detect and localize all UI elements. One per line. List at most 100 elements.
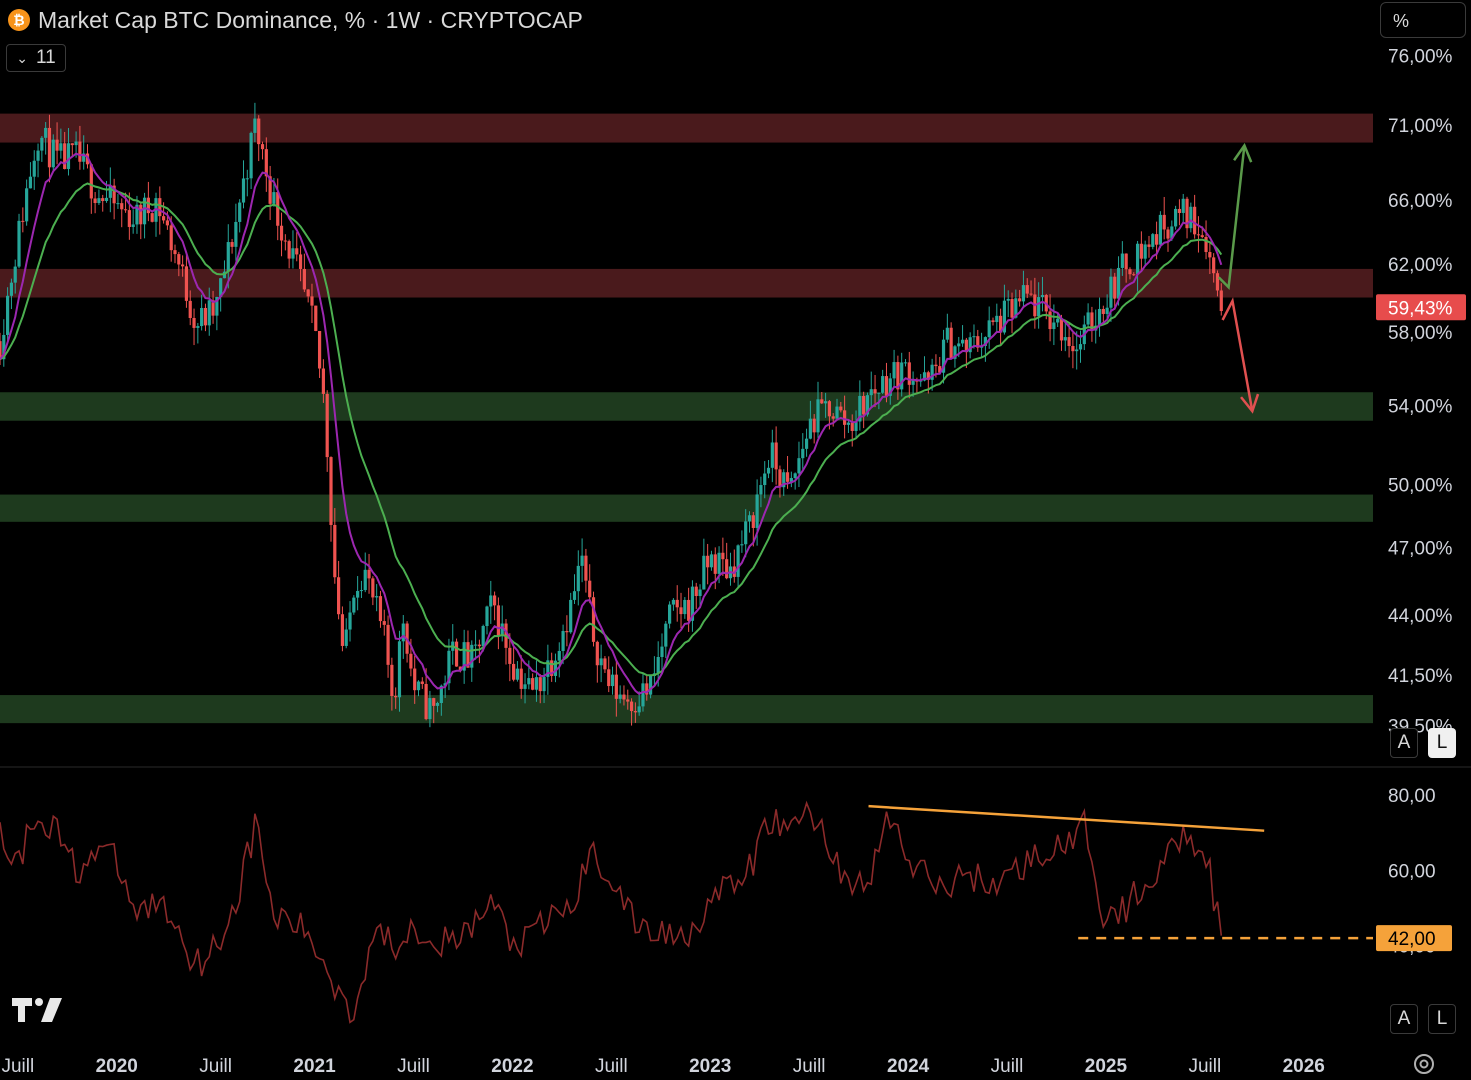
log-scale-button[interactable]: L: [1428, 728, 1456, 758]
candle-body: [44, 127, 48, 138]
rsi-log-scale-button[interactable]: L: [1428, 1004, 1456, 1034]
candle-body: [903, 362, 908, 364]
candle-body: [1177, 208, 1182, 213]
candle-body: [302, 268, 306, 290]
candle-body: [131, 224, 135, 227]
y-tick-label: 71,00%: [1388, 116, 1453, 137]
candle-body: [1196, 234, 1201, 236]
ema-fast-line: [0, 152, 1223, 696]
chart-header: ₿ Market Cap BTC Dominance, % · 1W · CRY…: [8, 4, 583, 36]
candle-body: [139, 204, 143, 225]
candle-body: [1063, 337, 1067, 341]
candle-body: [1006, 298, 1010, 301]
candle-body: [25, 188, 29, 222]
scale-mode-button[interactable]: %: [1380, 2, 1466, 38]
candle-body: [1025, 285, 1029, 294]
candle-body: [416, 681, 421, 691]
candle-body: [1215, 273, 1220, 291]
candle-body: [470, 644, 474, 668]
candle-body: [161, 216, 166, 221]
candle-body: [207, 300, 211, 326]
candle-body: [363, 569, 367, 591]
indicators-toggle-button[interactable]: ⌄ 11: [6, 44, 66, 72]
candle-body: [747, 515, 752, 522]
candle-body: [512, 663, 516, 680]
candle-body: [70, 143, 74, 146]
candle-body: [515, 668, 520, 680]
candle-body: [664, 623, 668, 647]
candle-body: [766, 467, 771, 474]
candle-body: [683, 599, 687, 615]
candle-body: [356, 590, 360, 598]
candle-body: [804, 438, 809, 449]
settings-gear-icon[interactable]: [1410, 1050, 1438, 1078]
rsi-auto-scale-button[interactable]: A: [1390, 1004, 1418, 1034]
candle-body: [424, 683, 428, 720]
candle-body: [1208, 252, 1212, 258]
y-tick-label: 47,00%: [1388, 539, 1453, 560]
zone-resistance-0: [0, 113, 1373, 143]
x-tick-label: 2020: [96, 1056, 138, 1077]
candle-body: [721, 552, 725, 560]
candle-body: [827, 401, 832, 417]
candle-body: [123, 209, 128, 211]
candle-body: [770, 442, 774, 468]
auto-scale-button[interactable]: A: [1390, 728, 1418, 758]
candle-body: [957, 343, 961, 347]
candle-body: [454, 641, 459, 667]
candle-body: [203, 307, 208, 326]
candle-body: [371, 578, 375, 598]
candle-body: [1143, 244, 1147, 259]
candle-body: [1174, 208, 1178, 227]
candle-body: [629, 701, 634, 712]
candle-body: [1029, 293, 1033, 295]
candle-body: [477, 644, 481, 647]
rsi-y-tick-label: 80,00: [1388, 786, 1436, 807]
candle-body: [200, 307, 204, 327]
candle-body: [6, 295, 10, 335]
candle-body: [1124, 253, 1128, 270]
candle-body: [310, 296, 314, 306]
candle-body: [93, 198, 97, 204]
chart-canvas[interactable]: 76,00% 71,00% 66,00% 62,00% 58,00% 54,00% 50,0…: [0, 0, 1471, 1080]
candle-body: [1147, 244, 1151, 247]
candle-body: [1075, 349, 1079, 352]
candle-body: [32, 160, 36, 177]
candle-body: [1021, 285, 1026, 302]
candle-body: [557, 650, 561, 661]
chevron-down-icon: ⌄: [16, 49, 28, 66]
candle-body: [101, 198, 105, 202]
y-tick-label: 50,00%: [1388, 475, 1453, 496]
candle-body: [173, 250, 177, 255]
candle-body: [169, 225, 173, 251]
candle-body: [531, 678, 535, 690]
candle-body: [523, 684, 527, 689]
x-tick-label: Juill: [199, 1056, 232, 1077]
y-tick-label: 41,50%: [1388, 666, 1453, 687]
candle-body: [329, 457, 333, 525]
candle-body: [1071, 346, 1075, 352]
candle-body: [21, 220, 25, 222]
candle-body: [648, 675, 653, 695]
candle-body: [614, 674, 618, 699]
candle-body: [519, 668, 523, 689]
candle-body: [359, 590, 364, 592]
candle-body: [489, 595, 493, 607]
rsi-level-label: 42,00: [1388, 929, 1436, 950]
candle-body: [877, 392, 881, 394]
candle-body: [390, 664, 394, 696]
candle-body: [736, 545, 740, 577]
chart-panel[interactable]: 76,00% 71,00% 66,00% 62,00% 58,00% 54,00% 50,0…: [0, 0, 1471, 1080]
candle-body: [1097, 308, 1102, 326]
candle-body: [78, 141, 82, 162]
candle-body: [13, 266, 17, 283]
candle-body: [1219, 290, 1223, 312]
candle-body: [820, 399, 824, 404]
x-tick-label: Juill: [1188, 1056, 1221, 1077]
candle-body: [542, 676, 546, 692]
tradingview-logo: [12, 998, 62, 1022]
rsi-trendline: [868, 804, 1265, 832]
candle-body: [104, 197, 109, 202]
candle-body: [580, 555, 584, 566]
candle-body: [713, 554, 717, 574]
